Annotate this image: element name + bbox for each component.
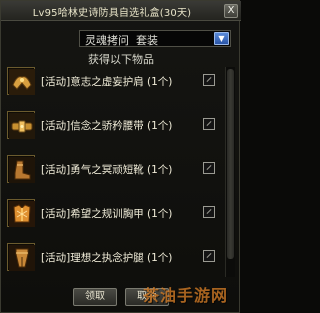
item-label: [活动]勇气之冥顽短靴 (1个) (41, 164, 173, 176)
leg-armor-icon (7, 243, 35, 271)
boots-armor-icon (7, 155, 35, 183)
chest-armor-icon (7, 199, 35, 227)
list-item[interactable]: [活动]意志之虚妄护肩 (1个) (7, 67, 217, 103)
scroll-thumb[interactable] (227, 69, 234, 259)
item-checkbox[interactable] (203, 74, 215, 86)
list-item[interactable]: [活动]勇气之冥顽短靴 (1个) (7, 155, 217, 191)
item-checkbox[interactable] (203, 206, 215, 218)
title-bar[interactable]: Lv95哈林史诗防具自选礼盒(30天) X (1, 1, 241, 21)
confirm-button[interactable]: 领取 (73, 288, 117, 306)
watermark: 茶油手游网 (143, 286, 229, 305)
item-label: [活动]意志之虚妄护肩 (1个) (41, 76, 173, 88)
rewards-heading: 获得以下物品 (88, 53, 154, 66)
set-selector-value: 灵魂拷问 套装 (85, 34, 158, 47)
item-label: [活动]理想之执念护腿 (1个) (41, 252, 173, 264)
list-item[interactable]: [活动]理想之执念护腿 (1个) (7, 243, 217, 279)
belt-armor-icon (7, 111, 35, 139)
dialog-title: Lv95哈林史诗防具自选礼盒(30天) (32, 8, 192, 19)
set-selector-dropdown[interactable]: 灵魂拷问 套装 ▼ (79, 30, 231, 47)
item-checkbox[interactable] (203, 250, 215, 262)
chevron-down-icon[interactable]: ▼ (214, 32, 229, 45)
item-checkbox[interactable] (203, 118, 215, 130)
item-label: [活动]希望之规训胸甲 (1个) (41, 208, 173, 220)
list-item[interactable]: [活动]信念之骄矜腰带 (1个) (7, 111, 217, 147)
close-button[interactable]: X (224, 4, 238, 18)
list-item[interactable]: [活动]希望之规训胸甲 (1个) (7, 199, 217, 235)
gift-box-dialog: Lv95哈林史诗防具自选礼盒(30天) X 灵魂拷问 套装 ▼ 获得以下物品 [… (0, 0, 241, 313)
item-list-scrollbar[interactable] (225, 67, 235, 277)
item-label: [活动]信念之骄矜腰带 (1个) (41, 120, 173, 132)
item-checkbox[interactable] (203, 162, 215, 174)
shoulder-armor-icon (7, 67, 35, 95)
